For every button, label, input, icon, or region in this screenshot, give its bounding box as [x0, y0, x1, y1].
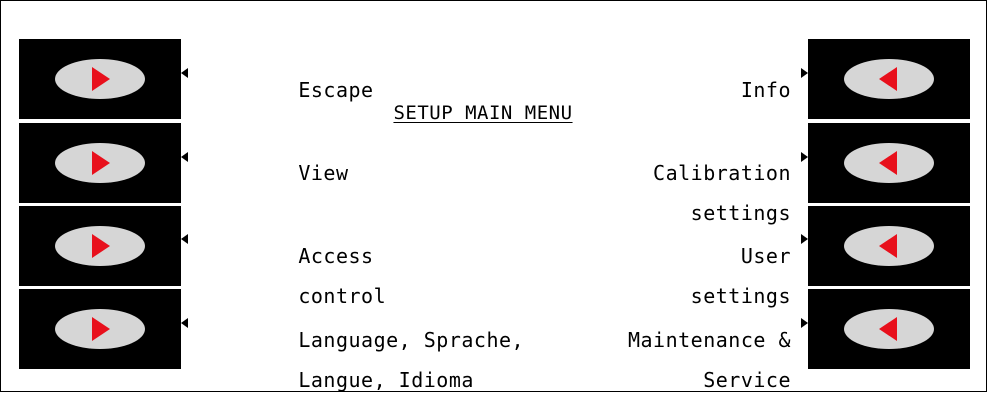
lcd-screen: SETUP MAIN MENU Escape View Access contr…	[181, 39, 808, 390]
right-key-bar-4	[808, 289, 970, 369]
left-key-bar-2	[19, 123, 181, 203]
right-pointer-icon	[801, 152, 808, 162]
escape-softkey[interactable]	[55, 59, 145, 99]
arrow-right-icon	[92, 234, 110, 258]
left-pointer-icon	[181, 152, 188, 162]
arrow-right-icon	[92, 67, 110, 91]
arrow-left-icon	[879, 151, 897, 175]
left-key-bar-1	[19, 39, 181, 119]
info-softkey[interactable]	[844, 59, 934, 99]
right-pointer-icon	[801, 234, 808, 244]
control-panel: SETUP MAIN MENU Escape View Access contr…	[19, 39, 970, 390]
option-label-line1: Access	[298, 244, 374, 268]
access-control-softkey[interactable]	[55, 226, 145, 266]
arrow-right-icon	[92, 317, 110, 341]
option-label: View	[298, 161, 349, 185]
language-softkey[interactable]	[55, 309, 145, 349]
arrow-left-icon	[879, 234, 897, 258]
right-key-bar-3	[808, 206, 970, 286]
option-label: Info	[740, 78, 791, 102]
view-softkey[interactable]	[55, 143, 145, 183]
arrow-right-icon	[92, 151, 110, 175]
page-title: SETUP MAIN MENU	[393, 102, 573, 124]
option-label-line1: Calibration	[653, 161, 791, 185]
option-label-line1: Maintenance &	[627, 328, 791, 352]
option-label: Escape	[298, 78, 374, 102]
user-settings-softkey[interactable]	[844, 226, 934, 266]
device-frame: SETUP MAIN MENU Escape View Access contr…	[0, 0, 987, 392]
option-label-line2: Langue, Idioma	[298, 368, 474, 392]
right-key-bar-1	[808, 39, 970, 119]
option-label-line2: settings	[690, 284, 791, 308]
left-pointer-icon	[181, 234, 188, 244]
option-label-line1: Language, Sprache,	[298, 328, 525, 352]
left-pointer-icon	[181, 318, 188, 328]
right-softkey-column	[808, 39, 970, 369]
right-pointer-icon	[801, 318, 808, 328]
maintenance-service-softkey[interactable]	[844, 309, 934, 349]
calibration-settings-softkey[interactable]	[844, 143, 934, 183]
menu-option-language[interactable]: Language, Sprache, Langue, Idioma	[198, 310, 524, 410]
menu-option-view[interactable]: View	[198, 143, 349, 203]
arrow-left-icon	[879, 67, 897, 91]
left-key-bar-4	[19, 289, 181, 369]
left-softkey-column	[19, 39, 181, 369]
menu-option-info[interactable]: Info	[641, 60, 792, 120]
option-label-line2: control	[298, 284, 387, 308]
option-label-line1: User	[740, 244, 791, 268]
menu-option-escape[interactable]: Escape	[198, 60, 374, 120]
option-label-line2: Service	[703, 368, 791, 392]
left-pointer-icon	[181, 68, 188, 78]
right-key-bar-2	[808, 123, 970, 203]
menu-option-maintenance-service[interactable]: Maintenance & Service	[528, 310, 791, 410]
option-label-line2: settings	[690, 201, 791, 225]
right-pointer-icon	[801, 68, 808, 78]
left-key-bar-3	[19, 206, 181, 286]
arrow-left-icon	[879, 317, 897, 341]
